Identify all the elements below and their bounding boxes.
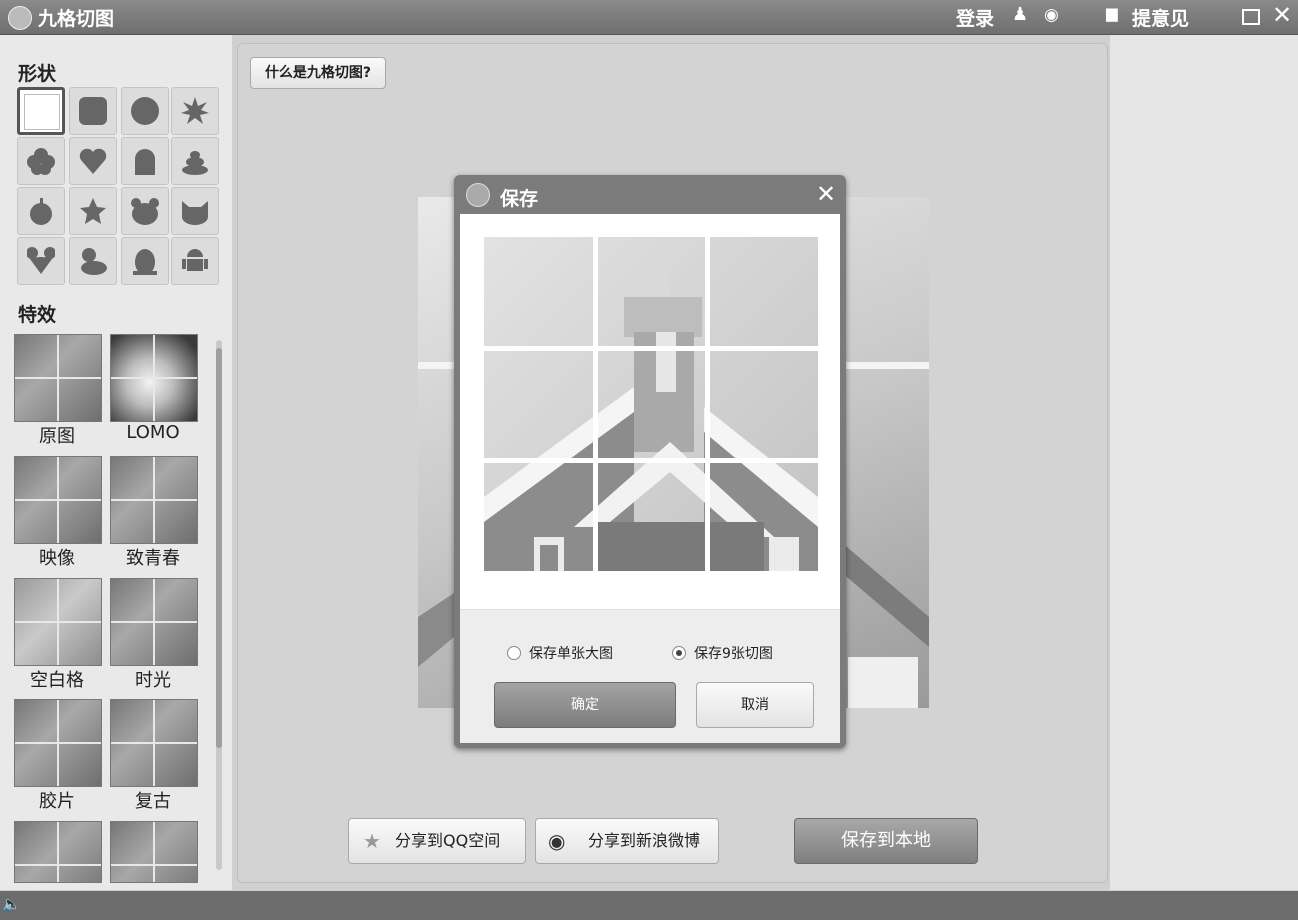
effects-title: 特效	[18, 304, 57, 326]
cat-icon	[182, 201, 208, 225]
effect-film-label: 胶片	[39, 791, 75, 812]
dialog-title: 保存	[500, 188, 539, 210]
shape-apple[interactable]	[17, 187, 65, 235]
cancel-button[interactable]: 取消	[696, 682, 814, 728]
effect-youth-label: 致青春	[126, 548, 180, 569]
effect-more-thumb-2[interactable]	[110, 821, 198, 883]
shape-circle[interactable]	[121, 87, 169, 135]
close-icon[interactable]: ✕	[1272, 1, 1292, 29]
preview-area	[460, 214, 840, 609]
shape-flower[interactable]	[17, 137, 65, 185]
shape-tombstone[interactable]	[121, 137, 169, 185]
maximize-icon[interactable]	[1242, 9, 1260, 25]
effect-original-thumb[interactable]	[14, 334, 102, 422]
effect-blank-grid-label: 空白格	[30, 670, 84, 691]
effect-original-label: 原图	[39, 426, 75, 447]
share-qq-label: 分享到QQ空间	[395, 831, 501, 850]
effect-lomo-thumb[interactable]	[110, 334, 198, 422]
heart-icon	[79, 148, 107, 174]
shape-heart[interactable]	[69, 137, 117, 185]
effect-reflection-label: 映像	[39, 548, 75, 569]
shape-rounded-square[interactable]	[69, 87, 117, 135]
radio-single-image[interactable]	[507, 646, 521, 660]
shape-android[interactable]	[171, 237, 219, 285]
share-weibo-label: 分享到新浪微博	[588, 831, 701, 850]
effect-time-label: 时光	[135, 670, 171, 691]
sound-icon[interactable]: 🔈	[2, 895, 21, 913]
shape-penguin[interactable]	[121, 237, 169, 285]
dialog-footer: 保存单张大图 保存9张切图 确定 取消	[460, 609, 840, 743]
star-icon	[80, 198, 106, 224]
shape-cat[interactable]	[171, 187, 219, 235]
effect-time-thumb[interactable]	[110, 578, 198, 666]
window-title: 九格切图	[38, 8, 115, 30]
weibo-icon[interactable]: ◉	[1044, 5, 1059, 25]
tombstone-icon	[135, 149, 155, 175]
effect-retro-label: 复古	[135, 791, 171, 812]
effect-blank-grid-thumb[interactable]	[14, 578, 102, 666]
save-dialog: 保存 ✕ 保存单张大图 保存9张切图 确定 取消	[454, 175, 846, 748]
effect-film-thumb[interactable]	[14, 699, 102, 787]
shape-burst[interactable]	[171, 87, 219, 135]
app-logo-icon	[8, 6, 32, 30]
dialog-logo-icon	[466, 183, 490, 207]
share-qq-button[interactable]: ★ 分享到QQ空间	[348, 818, 526, 864]
status-bar: 🔈	[0, 891, 1298, 920]
mouse-icon	[27, 247, 55, 274]
shape-star[interactable]	[69, 187, 117, 235]
shape-poop[interactable]	[171, 137, 219, 185]
qq-icon[interactable]: ♟	[1012, 4, 1028, 25]
rounded-square-icon	[79, 97, 107, 125]
title-bar: 九格切图 登录 ♟ ◉ ▆ 提意见 ✕	[0, 0, 1298, 35]
login-link[interactable]: 登录	[956, 4, 994, 31]
share-weibo-button[interactable]: ◉ 分享到新浪微博	[535, 818, 719, 864]
right-pane	[1110, 35, 1298, 890]
feedback-link[interactable]: 提意见	[1132, 4, 1189, 31]
feedback-icon[interactable]: ▆	[1106, 4, 1118, 22]
save-local-button[interactable]: 保存到本地	[794, 818, 978, 864]
nine-grid-preview	[484, 237, 818, 571]
effect-lomo-label: LOMO	[126, 422, 180, 443]
star-icon: ★	[363, 829, 381, 853]
circle-icon	[131, 97, 159, 125]
effect-youth-thumb[interactable]	[110, 456, 198, 544]
sidebar: 形状 特效 原图 LOMO 映像 致青春 空白格 时光 胶片 复古	[0, 35, 232, 890]
poop-icon	[182, 151, 208, 175]
apple-icon	[30, 198, 52, 225]
option-single-label[interactable]: 保存单张大图	[529, 643, 613, 663]
dialog-body: 保存单张大图 保存9张切图 确定 取消	[460, 214, 840, 743]
penguin-icon	[133, 249, 157, 275]
shape-mouse[interactable]	[17, 237, 65, 285]
burst-icon	[181, 97, 209, 124]
confirm-button[interactable]: 确定	[494, 682, 676, 728]
option-nine-label[interactable]: 保存9张切图	[694, 643, 773, 663]
dialog-close-icon[interactable]: ✕	[816, 180, 836, 208]
bear-icon	[131, 198, 159, 225]
help-button[interactable]: 什么是九格切图?	[250, 57, 386, 89]
radio-nine-slices[interactable]	[672, 646, 686, 660]
shape-duck[interactable]	[69, 237, 117, 285]
shapes-title: 形状	[18, 63, 57, 85]
effect-more-thumb-1[interactable]	[14, 821, 102, 883]
effect-retro-thumb[interactable]	[110, 699, 198, 787]
shape-square[interactable]	[17, 87, 65, 135]
flower-icon	[27, 148, 55, 175]
effect-reflection-thumb[interactable]	[14, 456, 102, 544]
weibo-icon: ◉	[548, 829, 566, 853]
shape-bear[interactable]	[121, 187, 169, 235]
duck-icon	[81, 248, 107, 275]
android-icon	[182, 249, 208, 271]
effects-scrollbar[interactable]	[216, 340, 222, 870]
